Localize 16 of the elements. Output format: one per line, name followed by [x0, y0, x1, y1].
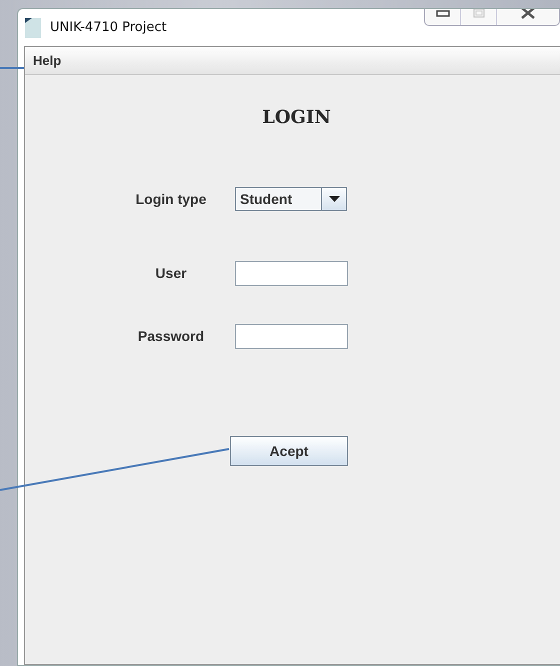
- user-field[interactable]: [235, 260, 348, 286]
- maximize-icon: [472, 9, 484, 18]
- login-heading: LOGIN: [261, 107, 332, 128]
- close-icon: [520, 9, 536, 19]
- login-type-dropdown[interactable]: Student: [235, 187, 347, 211]
- window-title: UNIK-4710 Project: [50, 20, 167, 35]
- caret-icon: [328, 196, 340, 202]
- field-label: User: [154, 265, 188, 281]
- field-label: Password: [136, 328, 206, 344]
- app-icon: [25, 18, 41, 38]
- menu-item[interactable]: Help: [33, 53, 62, 68]
- password-field[interactable]: [235, 324, 348, 348]
- accept-button[interactable]: Acept: [230, 436, 348, 466]
- leader-line: [0, 67, 24, 69]
- minimize-icon: [436, 9, 450, 17]
- field-label: Login type: [134, 191, 208, 207]
